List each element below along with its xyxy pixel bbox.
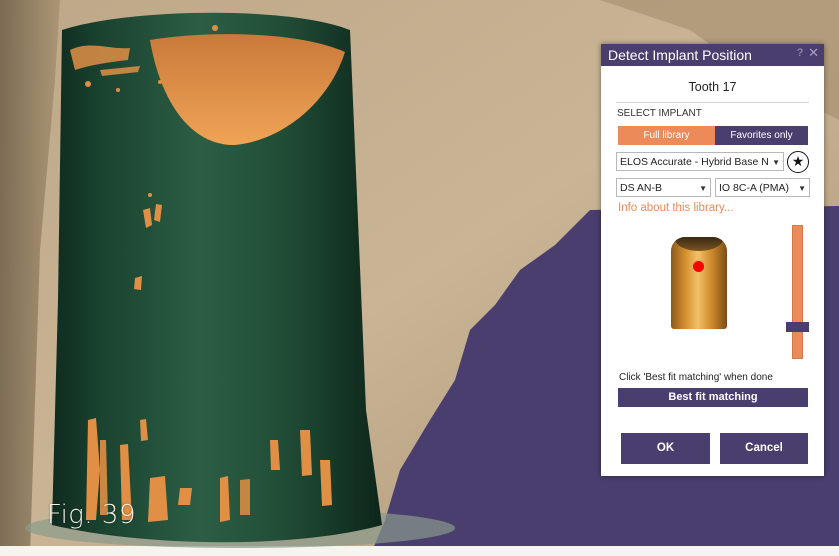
dialog-title: Detect Implant Position [608, 47, 752, 63]
chevron-down-icon: ▼ [798, 184, 806, 193]
dialog-titlebar[interactable]: Detect Implant Position ? ✕ [601, 44, 824, 66]
chevron-down-icon: ▼ [772, 158, 780, 167]
speckle [116, 88, 120, 92]
implant-connection-select[interactable]: IO 8C-A (PMA) ▼ [715, 178, 810, 197]
best-fit-hint: Click 'Best fit matching' when done [619, 372, 773, 383]
detect-implant-dialog: Detect Implant Position ? ✕ Tooth 17 SEL… [601, 44, 824, 476]
full-library-button[interactable]: Full library [618, 126, 715, 145]
height-slider-thumb[interactable] [786, 322, 809, 332]
implant-marker-dot[interactable] [693, 261, 704, 272]
implant-cap [675, 237, 723, 251]
implant-type-value: DS AN-B [620, 182, 663, 194]
library-select[interactable]: ELOS Accurate - Hybrid Base N ▼ [616, 152, 784, 171]
help-icon[interactable]: ? [797, 47, 803, 59]
implant-type-select[interactable]: DS AN-B ▼ [616, 178, 711, 197]
ok-button[interactable]: OK [621, 433, 710, 464]
speckle [134, 276, 142, 290]
implant-preview [671, 237, 727, 329]
figure-label: Fig. 39 [47, 500, 137, 530]
close-icon[interactable]: ✕ [808, 45, 819, 61]
streak [148, 476, 168, 522]
divider [616, 102, 809, 103]
bottom-edge [0, 546, 839, 556]
tooth-label: Tooth 17 [688, 80, 737, 94]
streak [320, 460, 332, 506]
select-implant-heading: SELECT IMPLANT [617, 108, 702, 119]
best-fit-button[interactable]: Best fit matching [618, 388, 808, 407]
cancel-button[interactable]: Cancel [720, 433, 808, 464]
star-icon[interactable]: ★ [787, 151, 809, 173]
library-info-link[interactable]: Info about this library... [618, 202, 733, 214]
streak [300, 430, 312, 476]
speckle [85, 81, 91, 87]
speckle [212, 25, 218, 31]
implant-connection-value: IO 8C-A (PMA) [719, 182, 790, 194]
speckle [148, 193, 152, 197]
streak [178, 488, 192, 505]
height-slider-track[interactable] [792, 225, 803, 359]
favorites-only-button[interactable]: Favorites only [715, 126, 808, 145]
speckle [158, 80, 162, 84]
library-select-value: ELOS Accurate - Hybrid Base N [620, 156, 769, 168]
chevron-down-icon: ▼ [699, 184, 707, 193]
streak [240, 479, 250, 515]
